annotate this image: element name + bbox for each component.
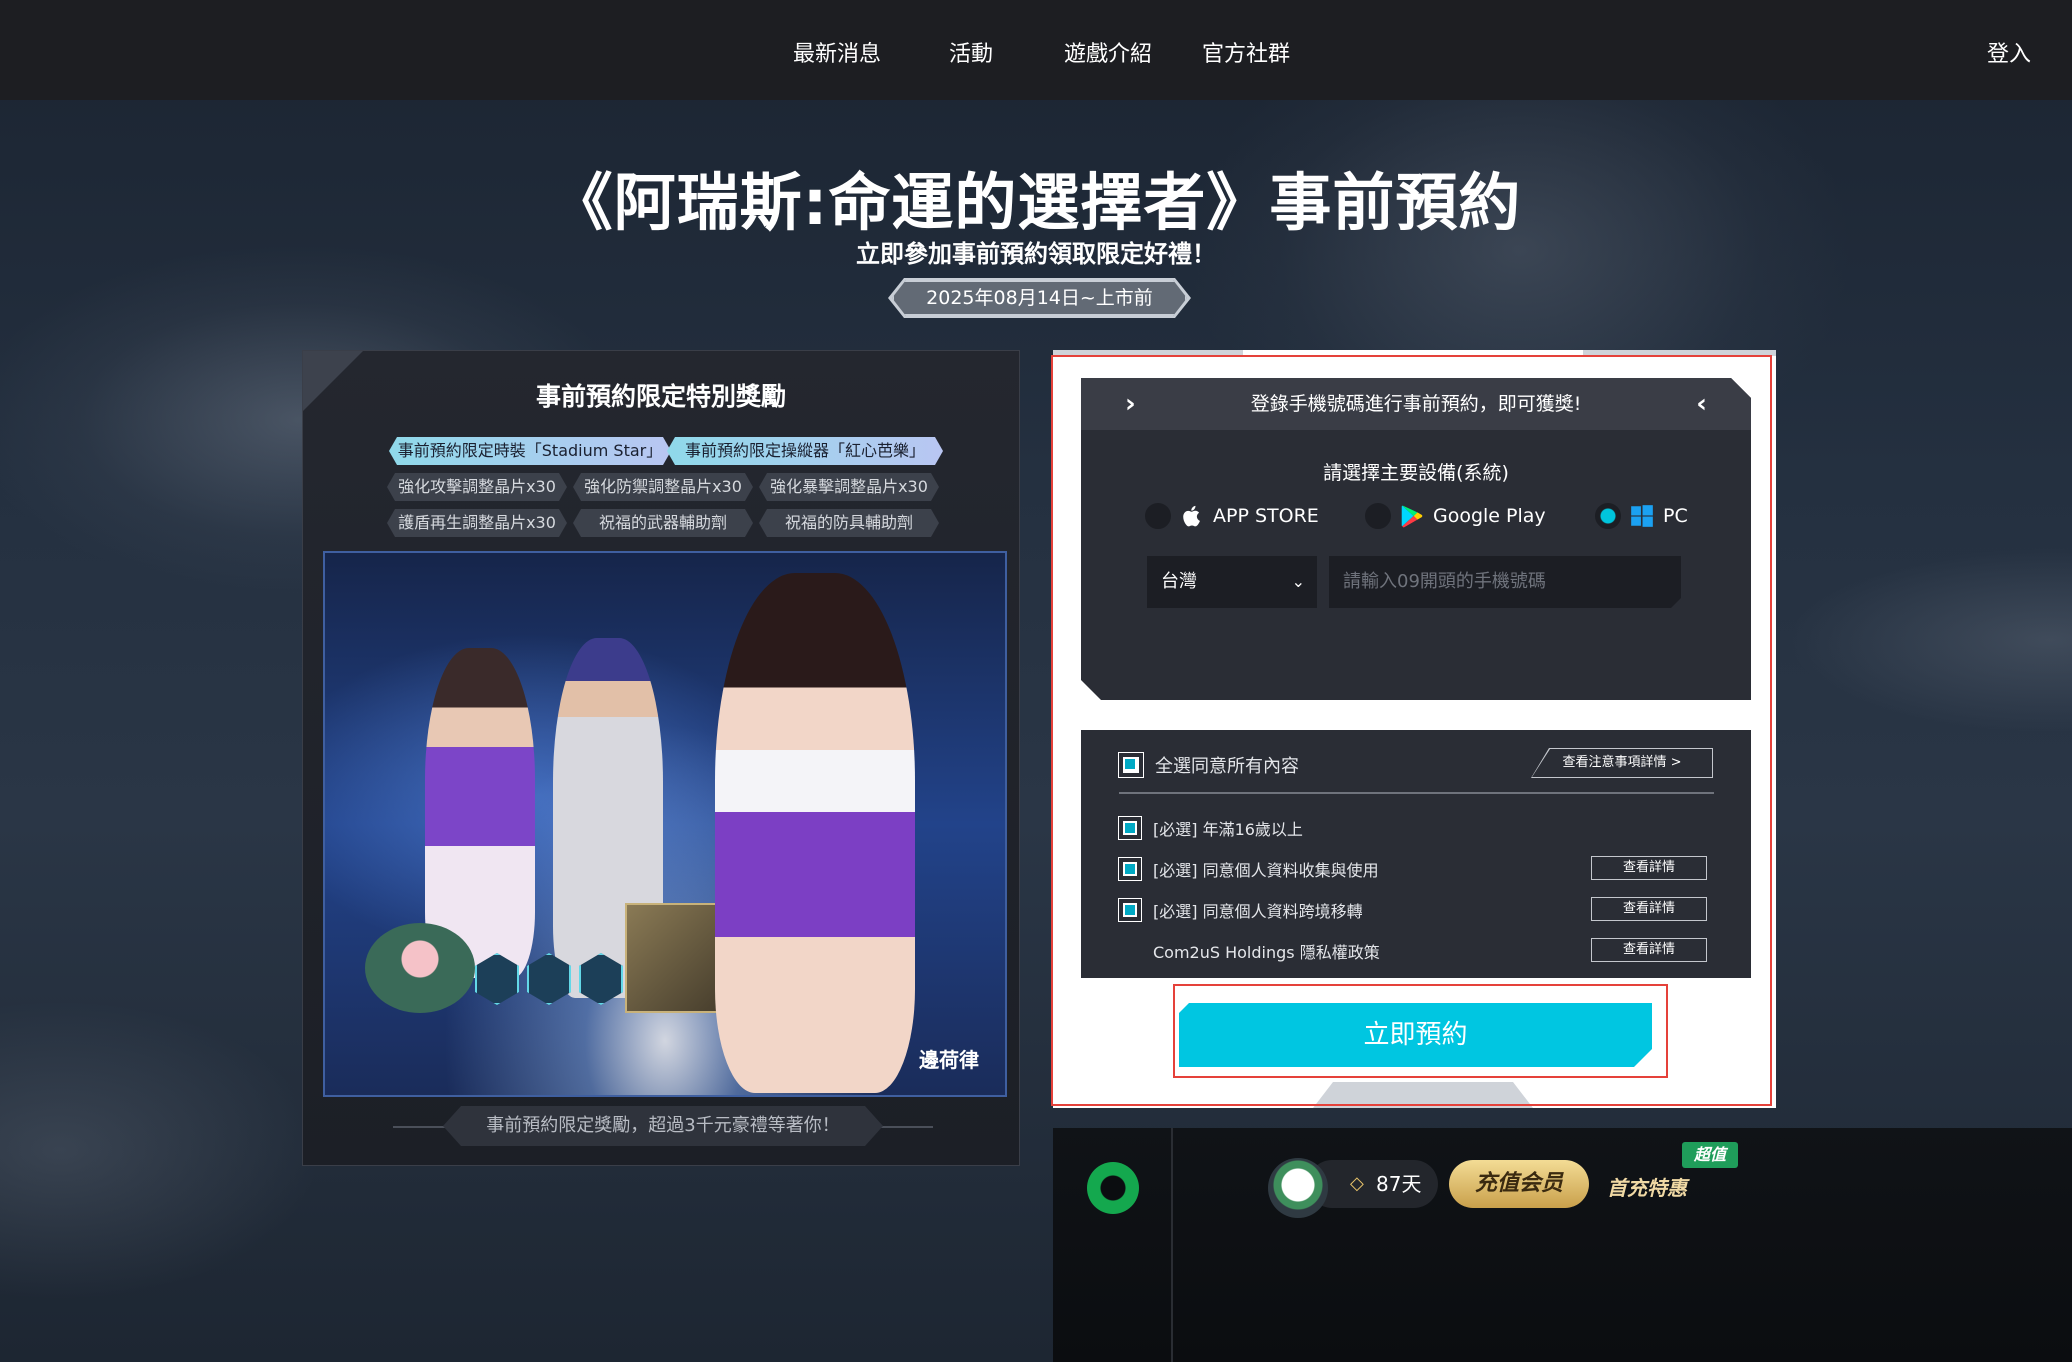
nav-item-events[interactable]: 活動 — [949, 36, 993, 68]
artwork-caption: 邊荷律 — [919, 1048, 979, 1072]
term-checkbox[interactable] — [1118, 857, 1142, 881]
chip-icon — [527, 953, 571, 1005]
divider — [1119, 792, 1714, 794]
top-nav-bar: 最新消息 活動 遊戲介紹 官方社群 登入 — [0, 0, 2072, 100]
diamond-icon: ◇ — [1350, 1173, 1364, 1194]
device-option-pc[interactable]: PC — [1595, 503, 1688, 529]
reward-artwork: 邊荷律 — [323, 551, 1007, 1097]
days-value: 87天 — [1376, 1172, 1422, 1196]
device-label-google-play: Google Play — [1433, 505, 1546, 527]
reward-tag-costume: 事前預約限定時裝「Stadium Star」 — [389, 437, 671, 465]
agreement-section: 全選同意所有內容 查看注意事項詳情 > [必選] 年滿16歲以上 [必選] 同意… — [1081, 730, 1751, 978]
reward-tag: 強化攻擊調整晶片x30 — [387, 473, 567, 501]
login-link[interactable]: 登入 — [1987, 36, 2031, 68]
form-header-text: 登錄手機號碼進行事前預約，即可獲獎! — [1250, 393, 1582, 415]
device-label-pc: PC — [1663, 505, 1688, 527]
term-label: Com2uS Holdings 隱私權政策 — [1153, 943, 1380, 962]
term-label: [必選] 同意個人資料收集與使用 — [1153, 861, 1379, 880]
panel-notch — [1053, 350, 1243, 356]
view-details-button[interactable]: 查看詳情 — [1591, 897, 1707, 921]
device-option-app-store[interactable]: APP STORE — [1145, 503, 1319, 529]
term-row-data-transfer[interactable]: [必選] 同意個人資料跨境移轉 — [1118, 898, 1363, 922]
reward-tag: 強化防禦調整晶片x30 — [573, 473, 753, 501]
reward-tag: 祝福的武器輔助劑 — [573, 509, 753, 537]
chip-icon — [579, 953, 623, 1005]
nav-item-community[interactable]: 官方社群 — [1202, 36, 1290, 68]
vip-button[interactable]: 充值会员 — [1449, 1160, 1589, 1208]
promo-strip: ◇ 87天 充值会员 首充特惠 超值 — [1053, 1128, 2072, 1362]
term-row-data-collection[interactable]: [必選] 同意個人資料收集與使用 — [1118, 857, 1379, 881]
device-label: 請選擇主要設備(系統) — [1323, 462, 1509, 484]
term-label: [必選] 同意個人資料跨境移轉 — [1153, 902, 1363, 921]
apple-icon — [1179, 503, 1205, 529]
page-title: 《阿瑞斯:命運的選擇者》事前預約 — [550, 166, 1522, 239]
phone-form: › 登錄手機號碼進行事前預約，即可獲獎! ‹ 請選擇主要設備(系統) APP S… — [1081, 378, 1751, 700]
view-details-button[interactable]: 查看詳情 — [1591, 938, 1707, 962]
rewards-footer: 事前預約限定獎勵，超過3千元豪禮等著你！ — [443, 1106, 883, 1146]
radio-button[interactable] — [1145, 503, 1171, 529]
windows-icon — [1629, 503, 1655, 529]
device-label-app-store: APP STORE — [1213, 505, 1319, 527]
page-subtitle: 立即參加事前預約領取限定好禮！ — [856, 240, 1216, 268]
reward-tag: 強化暴擊調整晶片x30 — [759, 473, 939, 501]
panel-notch — [1313, 1082, 1533, 1108]
character-figure — [715, 573, 915, 1093]
view-details-button[interactable]: 查看詳情 — [1591, 856, 1707, 880]
radio-button[interactable] — [1365, 503, 1391, 529]
chip-icon — [475, 953, 519, 1005]
agree-all-row[interactable]: 全選同意所有內容 — [1118, 752, 1299, 778]
rewards-panel: 事前預約限定特別獎勵 事前預約限定時裝「Stadium Star」 事前預約限定… — [302, 350, 1020, 1166]
date-range-badge: 2025年08月14日~上市前 — [892, 280, 1187, 316]
chevron-down-icon: ⌄ — [1291, 572, 1305, 591]
chevron-right-icon: › — [1125, 389, 1136, 419]
term-checkbox[interactable] — [1118, 816, 1142, 840]
term-row-privacy: Com2uS Holdings 隱私權政策 — [1153, 939, 1380, 963]
agree-all-label: 全選同意所有內容 — [1155, 756, 1299, 777]
notice-details-button[interactable]: 查看注意事項詳情 > — [1532, 749, 1712, 777]
phone-input[interactable]: 請輸入09開頭的手機號碼 — [1329, 556, 1681, 608]
value-badge: 超值 — [1682, 1142, 1738, 1168]
rewards-title: 事前預約限定特別獎勵 — [535, 382, 786, 411]
phone-placeholder: 請輸入09開頭的手機號碼 — [1343, 571, 1546, 592]
nav-item-news[interactable]: 最新消息 — [793, 36, 881, 68]
region-value: 台灣 — [1161, 571, 1197, 592]
form-header: › 登錄手機號碼進行事前預約，即可獲獎! ‹ — [1081, 378, 1751, 430]
first-recharge-offer[interactable]: 首充特惠 — [1607, 1172, 1687, 1201]
app-logo-icon[interactable] — [1087, 1162, 1139, 1214]
google-play-icon — [1399, 503, 1425, 529]
region-select[interactable]: 台灣 ⌄ — [1147, 556, 1317, 608]
term-row-age[interactable]: [必選] 年滿16歲以上 — [1118, 816, 1303, 840]
panel-notch — [1583, 350, 1776, 356]
term-label: [必選] 年滿16歲以上 — [1153, 820, 1303, 839]
highlight-outline — [1173, 984, 1668, 1078]
shell-item-icon — [365, 923, 475, 1013]
agree-all-checkbox[interactable] — [1118, 752, 1144, 778]
reward-tag-controller: 事前預約限定操縱器「紅心芭樂」 — [667, 437, 943, 465]
reward-tag: 護盾再生調整晶片x30 — [387, 509, 567, 537]
radio-button-selected[interactable] — [1595, 503, 1621, 529]
device-option-google-play[interactable]: Google Play — [1365, 503, 1546, 529]
divider — [1171, 1128, 1173, 1362]
chevron-left-icon: ‹ — [1696, 389, 1707, 419]
term-checkbox[interactable] — [1118, 898, 1142, 922]
avatar[interactable] — [1268, 1158, 1328, 1218]
reward-tag: 祝福的防具輔助劑 — [759, 509, 939, 537]
nav-item-game-intro[interactable]: 遊戲介紹 — [1064, 36, 1152, 68]
